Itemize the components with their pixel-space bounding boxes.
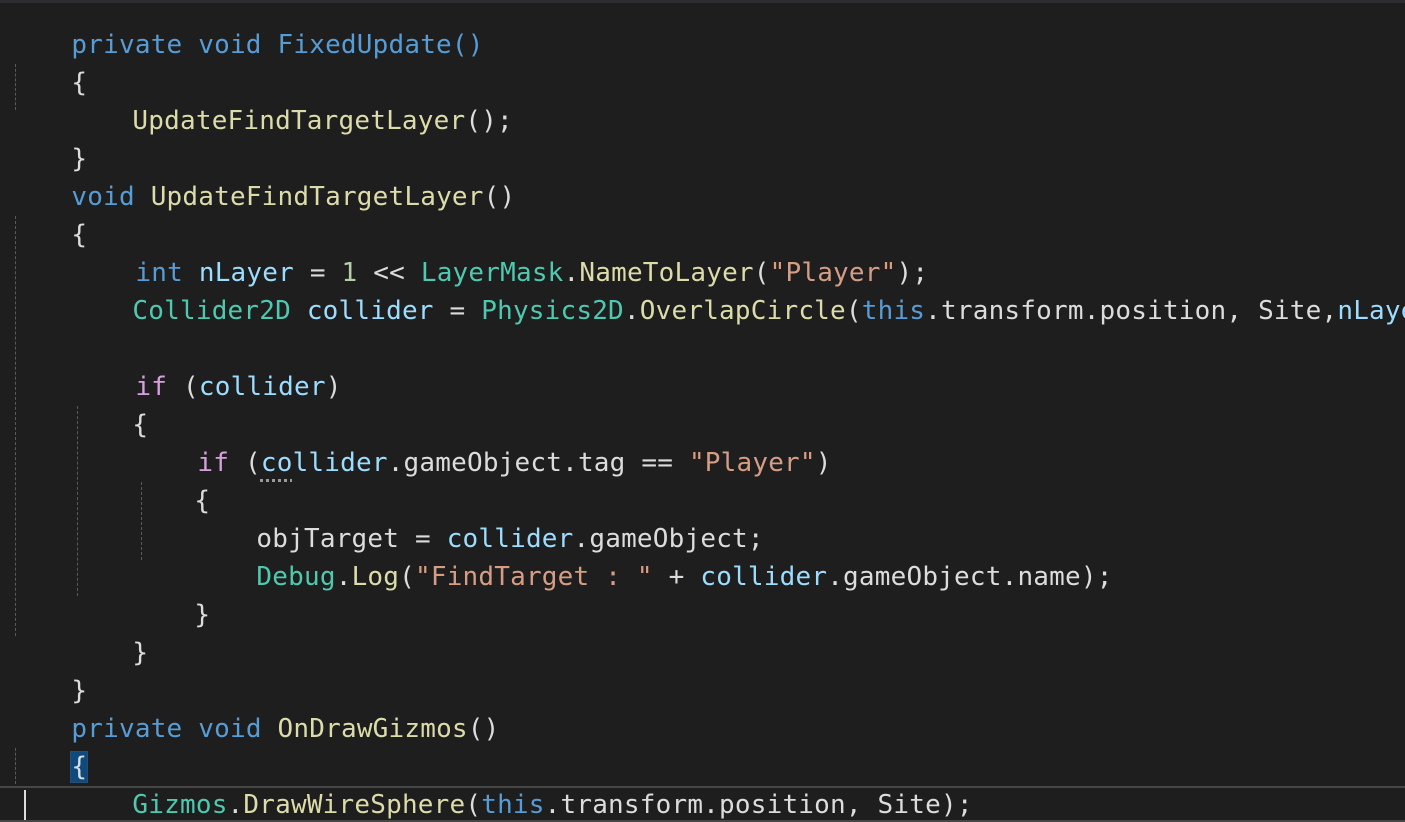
code-token: ()	[467, 714, 500, 744]
code-token: co	[260, 448, 293, 478]
code-token: Log	[351, 562, 400, 592]
code-line[interactable]: int nLayer = 1 << LayerMask.NameToLayer(…	[72, 216, 928, 288]
code-token: .	[335, 562, 352, 592]
code-token: Collider2D	[132, 296, 291, 326]
code-token: =	[449, 296, 466, 326]
code-line[interactable]: }	[69, 596, 148, 668]
code-token: }	[194, 600, 211, 630]
code-line[interactable]: Gizmos.DrawWireSphere(this.transform.pos…	[69, 748, 973, 820]
code-token: this	[861, 296, 926, 326]
code-token: .	[623, 296, 640, 326]
code-token: .transform.position, Site,	[925, 296, 1338, 326]
code-token: UpdateFindTargetLayer	[132, 106, 466, 136]
code-line[interactable]: private void FixedUpdate()	[8, 0, 484, 60]
code-token: void	[198, 714, 262, 744]
code-line[interactable]: }	[8, 102, 87, 174]
code-line[interactable]: {	[131, 444, 210, 516]
code-token: "Player"	[688, 448, 816, 478]
code-token: ();	[465, 106, 513, 136]
code-editor[interactable]: private void FixedUpdate() { UpdateFindT…	[0, 0, 1405, 822]
code-token: nLayer	[1337, 296, 1405, 326]
code-line[interactable]: }	[8, 634, 87, 706]
code-token: collider	[198, 372, 326, 402]
code-line[interactable]: Debug.Log("FindTarget : " + collider.gam…	[193, 520, 1113, 592]
code-token: llider	[292, 448, 388, 478]
code-token: private	[71, 714, 183, 744]
code-line[interactable]: }	[8, 786, 87, 822]
code-token: ()	[483, 182, 516, 212]
code-token: OnDrawGizmos	[277, 714, 468, 744]
code-line[interactable]: {	[8, 26, 87, 98]
code-line[interactable]: Collider2D collider = Physics2D.OverlapC…	[69, 254, 1405, 326]
code-line[interactable]: {	[8, 178, 87, 250]
code-line[interactable]: UpdateFindTargetLayer();	[69, 64, 513, 136]
code-token: (	[183, 372, 199, 402]
code-line[interactable]: if (collider)	[72, 330, 342, 402]
code-token: )	[325, 372, 342, 402]
code-token: (	[245, 448, 261, 478]
code-token: (	[399, 562, 415, 592]
text-caret	[24, 790, 26, 820]
code-token: Debug	[256, 562, 336, 592]
code-line[interactable]: {	[8, 710, 89, 783]
code-token: collider	[700, 562, 828, 592]
code-line[interactable]: {	[69, 368, 148, 440]
code-token: UpdateFindTargetLayer	[150, 182, 484, 212]
code-token: +	[668, 562, 685, 592]
code-line[interactable]: objTarget = collider.gameObject;	[193, 482, 764, 554]
code-token: collider	[306, 296, 434, 326]
code-token: .gameObject.tag ==	[387, 448, 674, 478]
code-token: )	[815, 448, 832, 478]
code-token: "FindTarget : "	[414, 562, 653, 592]
code-line[interactable]	[8, 292, 71, 330]
code-line[interactable]: private void OnDrawGizmos()	[8, 672, 500, 744]
code-line[interactable]: if (collider.gameObject.tag == "Player")	[134, 406, 832, 478]
code-token: Physics2D	[481, 296, 624, 326]
code-line[interactable]: void UpdateFindTargetLayer()	[8, 140, 515, 212]
code-token: }	[132, 638, 149, 668]
code-token: (	[845, 296, 862, 326]
code-token: .gameObject.name);	[827, 562, 1113, 592]
code-line[interactable]: }	[131, 558, 210, 630]
current-line-highlight	[0, 786, 1405, 822]
code-token: private void FixedUpdate()	[71, 30, 484, 60]
code-token: OverlapCircle	[639, 296, 846, 326]
